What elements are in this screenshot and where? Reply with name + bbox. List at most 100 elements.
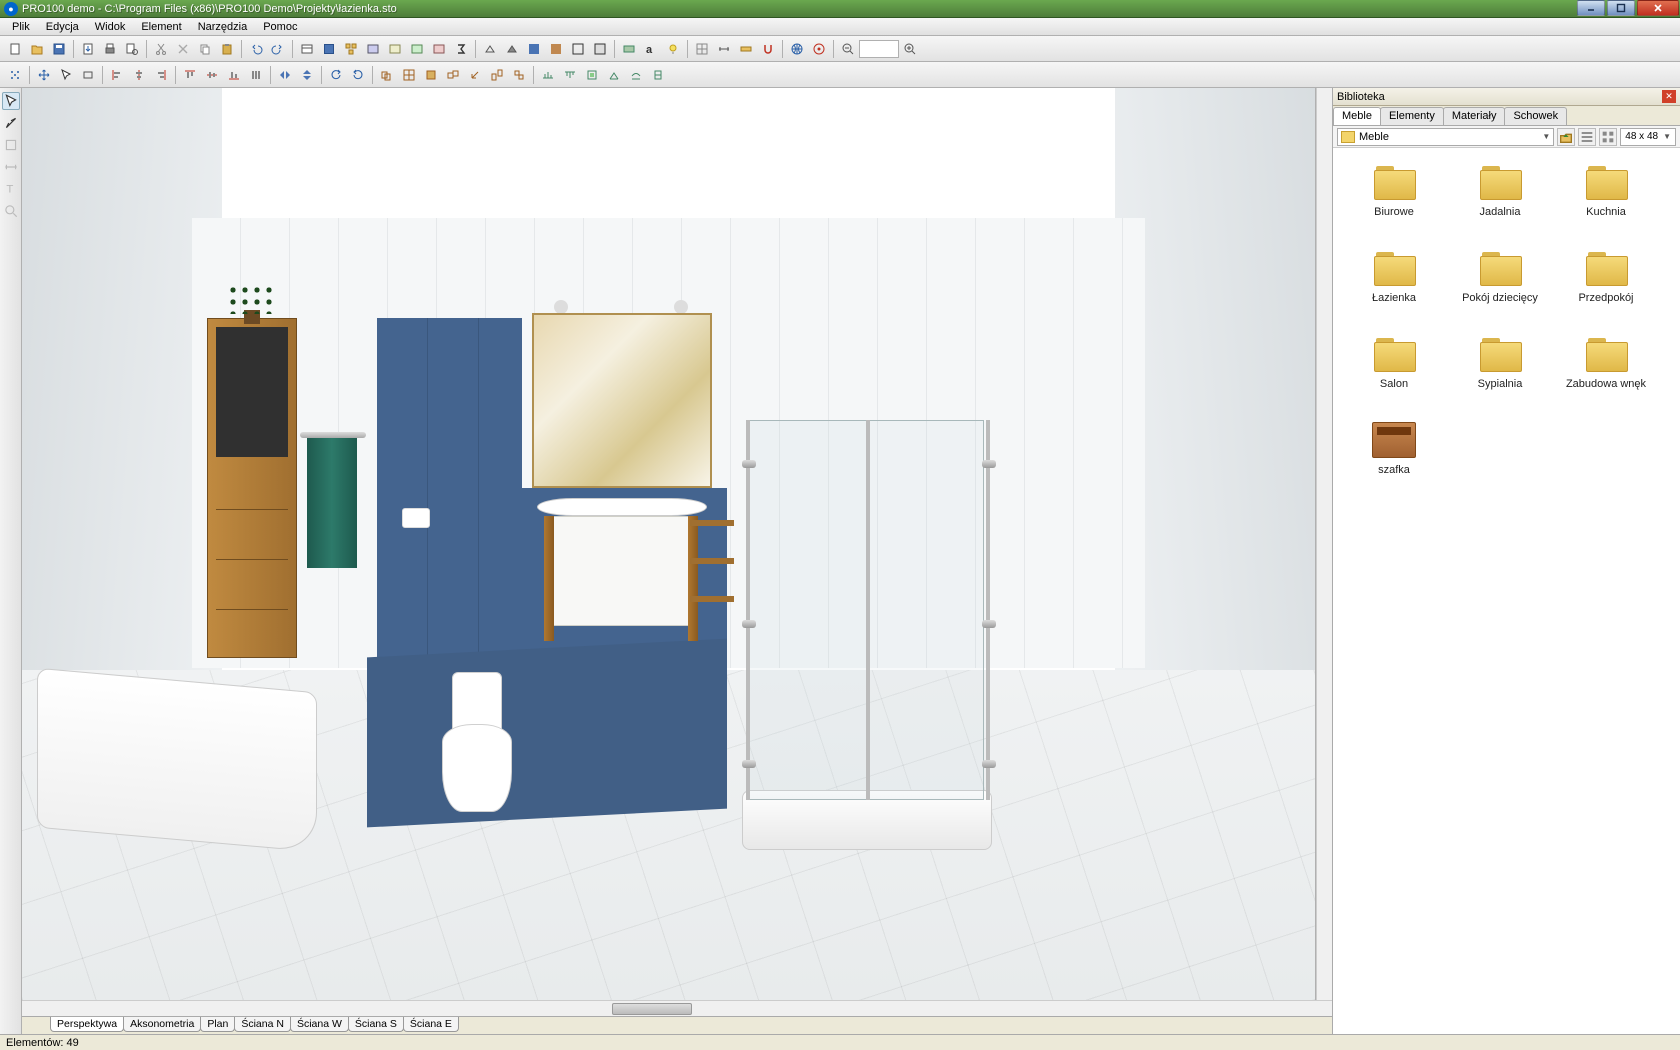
thumbnail-size-select[interactable]: 48 x 48 ▼ (1620, 128, 1676, 146)
distribute-icon[interactable] (246, 65, 266, 85)
dimensions-button[interactable] (714, 39, 734, 59)
library-button[interactable] (319, 39, 339, 59)
library-folder-zabudowa[interactable]: Zabudowa wnęk (1553, 332, 1659, 410)
pointer-tool[interactable] (2, 92, 20, 110)
ruler-button[interactable] (736, 39, 756, 59)
group-op2-icon[interactable] (399, 65, 419, 85)
align-hcenter-icon[interactable] (129, 65, 149, 85)
group-op1-icon[interactable] (377, 65, 397, 85)
zoom-in-button[interactable] (900, 39, 920, 59)
toggle-2-button[interactable] (385, 39, 405, 59)
library-folder-sypialnia[interactable]: Sypialnia (1447, 332, 1553, 410)
flip-v-icon[interactable] (297, 65, 317, 85)
view-color-button[interactable] (524, 39, 544, 59)
up-folder-button[interactable] (1557, 128, 1575, 146)
toggle-1-button[interactable] (363, 39, 383, 59)
library-folder-przedpokoj[interactable]: Przedpokój (1553, 246, 1659, 324)
delete-button[interactable] (173, 39, 193, 59)
print-button[interactable] (100, 39, 120, 59)
level-op6-icon[interactable] (648, 65, 668, 85)
view-texture-button[interactable] (546, 39, 566, 59)
structure-button[interactable] (341, 39, 361, 59)
align-bottom-icon[interactable] (224, 65, 244, 85)
viewport-scroll-horizontal[interactable] (22, 1000, 1332, 1016)
window-close-button[interactable] (1637, 0, 1679, 16)
group-op5-icon[interactable] (465, 65, 485, 85)
view-tab-sciana-s[interactable]: Ściana S (348, 1017, 404, 1032)
select-icon[interactable] (56, 65, 76, 85)
menu-narzedzia[interactable]: Narzędzia (190, 20, 256, 34)
level-op3-icon[interactable] (582, 65, 602, 85)
library-tab-schowek[interactable]: Schowek (1504, 107, 1567, 125)
grid-button[interactable] (692, 39, 712, 59)
view-shade-button[interactable] (590, 39, 610, 59)
globe-button[interactable] (787, 39, 807, 59)
level-op5-icon[interactable] (626, 65, 646, 85)
sigma-button[interactable] (451, 39, 471, 59)
view-tab-aksonometria[interactable]: Aksonometria (123, 1017, 201, 1032)
view-grid-button[interactable] (1599, 128, 1617, 146)
menu-edycja[interactable]: Edycja (38, 20, 87, 34)
text-tool[interactable]: T (2, 180, 20, 198)
properties-button[interactable] (297, 39, 317, 59)
redo-button[interactable] (268, 39, 288, 59)
align-left-icon[interactable] (107, 65, 127, 85)
dimension-tool[interactable] (2, 158, 20, 176)
align-right-icon[interactable] (151, 65, 171, 85)
level-op1-icon[interactable] (538, 65, 558, 85)
shape-tool[interactable] (2, 136, 20, 154)
group-op4-icon[interactable] (443, 65, 463, 85)
flip-h-icon[interactable] (275, 65, 295, 85)
open-file-button[interactable] (27, 39, 47, 59)
window-minimize-button[interactable] (1577, 0, 1605, 16)
snap-button[interactable] (758, 39, 778, 59)
zoom-input[interactable] (859, 40, 899, 58)
library-folder-biurowe[interactable]: Biurowe (1341, 160, 1447, 238)
undo-button[interactable] (246, 39, 266, 59)
view-wire-button[interactable] (480, 39, 500, 59)
zoom-tool[interactable] (2, 202, 20, 220)
cut-button[interactable] (151, 39, 171, 59)
view-tab-sciana-n[interactable]: Ściana N (234, 1017, 291, 1032)
library-item-szafka[interactable]: szafka (1341, 418, 1447, 496)
library-folder-lazienka[interactable]: Łazienka (1341, 246, 1447, 324)
view-tab-plan[interactable]: Plan (200, 1017, 235, 1032)
view-tab-sciana-w[interactable]: Ściana W (290, 1017, 349, 1032)
toggle-4-button[interactable] (429, 39, 449, 59)
align-vcenter-icon[interactable] (202, 65, 222, 85)
copy-button[interactable] (195, 39, 215, 59)
light-button[interactable] (663, 39, 683, 59)
window-maximize-button[interactable] (1607, 0, 1635, 16)
move-icon[interactable] (34, 65, 54, 85)
viewport-3d[interactable]: demo demo demo demo (22, 88, 1316, 1000)
library-tab-meble[interactable]: Meble (1333, 107, 1381, 125)
new-file-button[interactable] (5, 39, 25, 59)
menu-widok[interactable]: Widok (87, 20, 134, 34)
group-op3-icon[interactable] (421, 65, 441, 85)
library-folder-jadalnia[interactable]: Jadalnia (1447, 160, 1553, 238)
menu-pomoc[interactable]: Pomoc (255, 20, 305, 34)
library-path-combo[interactable]: Meble ▼ (1337, 128, 1554, 146)
zoom-out-button[interactable] (838, 39, 858, 59)
view-outline-button[interactable] (568, 39, 588, 59)
rect-tool-icon[interactable] (78, 65, 98, 85)
viewport-scroll-vertical[interactable] (1316, 88, 1332, 1000)
group-op6-icon[interactable] (487, 65, 507, 85)
library-folder-pokoj[interactable]: Pokój dziecięcy (1447, 246, 1553, 324)
library-folder-kuchnia[interactable]: Kuchnia (1553, 160, 1659, 238)
line-tool[interactable] (2, 114, 20, 132)
save-button[interactable] (49, 39, 69, 59)
menu-plik[interactable]: Plik (4, 20, 38, 34)
snap-grid-icon[interactable] (5, 65, 25, 85)
align-top-icon[interactable] (180, 65, 200, 85)
view-tab-perspektywa[interactable]: Perspektywa (50, 1017, 124, 1032)
view-tab-sciana-e[interactable]: Ściana E (403, 1017, 459, 1032)
library-folder-salon[interactable]: Salon (1341, 332, 1447, 410)
level-op4-icon[interactable] (604, 65, 624, 85)
toggle-3-button[interactable] (407, 39, 427, 59)
view-list-button[interactable] (1578, 128, 1596, 146)
menu-element[interactable]: Element (133, 20, 189, 34)
rotate-ccw-icon[interactable] (326, 65, 346, 85)
label-toggle-button[interactable] (619, 39, 639, 59)
library-close-button[interactable]: ✕ (1662, 90, 1676, 103)
